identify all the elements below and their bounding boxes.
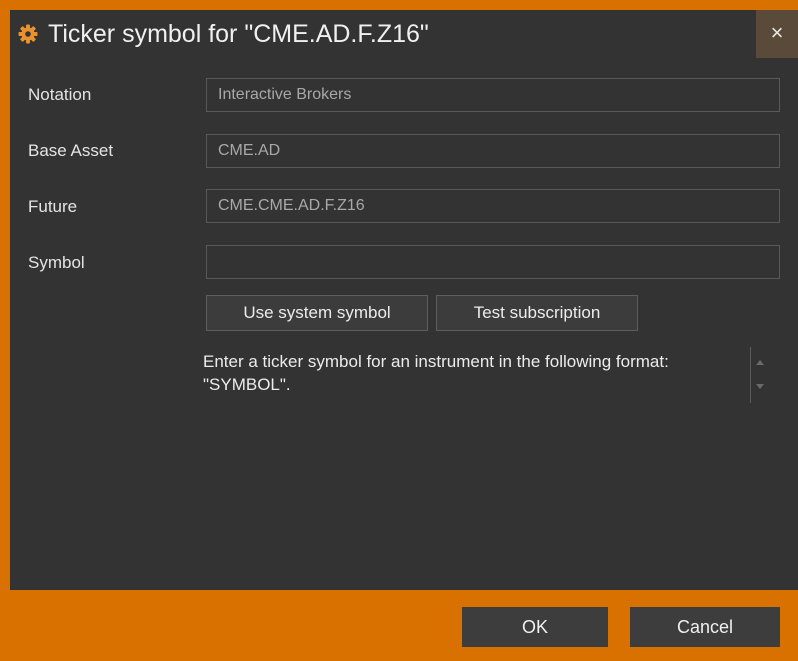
dialog-title: Ticker symbol for "CME.AD.F.Z16" <box>48 20 429 48</box>
scroll-down-arrow-icon[interactable] <box>756 384 764 389</box>
close-button[interactable]: × <box>756 10 798 58</box>
base-asset-label: Base Asset <box>28 141 114 160</box>
future-label: Future <box>28 197 78 216</box>
dialog-body: Notation Interactive Brokers Base Asset … <box>10 58 798 590</box>
ok-button[interactable]: OK <box>462 607 608 647</box>
cancel-button[interactable]: Cancel <box>630 607 780 647</box>
symbol-label: Symbol <box>28 253 85 272</box>
scroll-up-arrow-icon[interactable] <box>756 360 764 365</box>
symbol-input[interactable] <box>206 245 780 279</box>
notation-label: Notation <box>28 85 92 104</box>
use-system-symbol-button[interactable]: Use system symbol <box>206 295 428 331</box>
future-field[interactable]: CME.CME.AD.F.Z16 <box>206 189 780 223</box>
test-subscription-button[interactable]: Test subscription <box>436 295 638 331</box>
title-bar: Ticker symbol for "CME.AD.F.Z16" × <box>10 10 798 58</box>
base-asset-field[interactable]: CME.AD <box>206 134 780 168</box>
dialog-footer: OK Cancel <box>10 590 798 661</box>
gear-icon <box>18 24 38 44</box>
close-icon: × <box>770 20 784 45</box>
ticker-symbol-dialog: Ticker symbol for "CME.AD.F.Z16" × Notat… <box>0 0 798 661</box>
hint-scrollbar[interactable] <box>750 347 771 403</box>
format-hint-text: Enter a ticker symbol for an instrument … <box>203 352 669 394</box>
notation-field[interactable]: Interactive Brokers <box>206 78 780 112</box>
